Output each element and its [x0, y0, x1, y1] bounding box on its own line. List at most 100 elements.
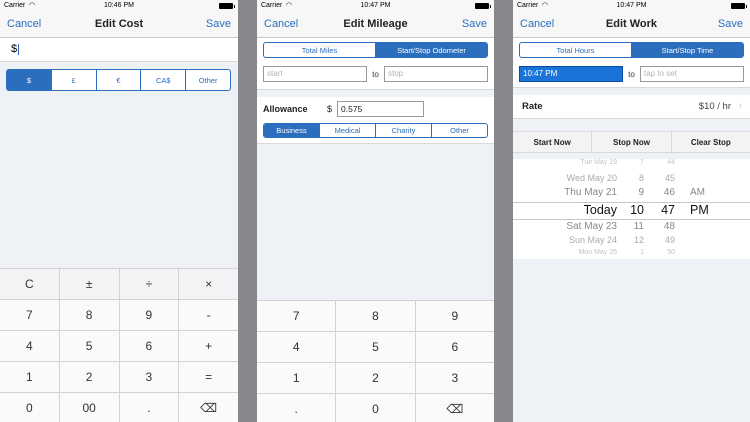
picker-minute: 48: [663, 221, 675, 232]
key-4[interactable]: 4: [0, 331, 59, 361]
multiply-key[interactable]: ×: [178, 269, 238, 299]
picker-row[interactable]: Sun May 24 12 49: [513, 235, 750, 249]
purpose-business[interactable]: Business: [264, 124, 319, 137]
edit-cost-screen: Carrier ◠ 10:46 PM Cancel Edit Cost Save…: [0, 0, 238, 422]
key-6[interactable]: 6: [118, 331, 179, 361]
currency-option[interactable]: £: [50, 70, 96, 90]
plus-minus-key[interactable]: ±: [58, 269, 119, 299]
key-7[interactable]: 7: [257, 301, 335, 331]
subtract-key[interactable]: -: [178, 300, 238, 330]
start-time-input[interactable]: 10:47 PM: [519, 66, 623, 82]
key-7[interactable]: 7: [0, 300, 59, 330]
picker-row[interactable]: Tue May 19 7 44: [513, 159, 750, 173]
backspace-key[interactable]: ⌫: [178, 393, 238, 422]
rate-row[interactable]: Rate $10 / hr ›: [513, 95, 750, 119]
save-button[interactable]: Save: [462, 18, 487, 30]
key-3[interactable]: 3: [118, 362, 179, 392]
tab-total-miles[interactable]: Total Miles: [264, 43, 375, 57]
battery-icon: [731, 3, 747, 9]
key-5[interactable]: 5: [58, 331, 119, 361]
keypad-row: 7 8 9: [257, 300, 494, 331]
key-3[interactable]: 3: [414, 363, 494, 393]
picker-row[interactable]: Sat May 23 11 48: [513, 221, 750, 235]
allowance-input[interactable]: 0.575: [337, 101, 424, 117]
work-mode-section: Total Hours Start/Stop Time 10:47 PM to …: [513, 38, 750, 88]
picker-minute: 47: [661, 203, 675, 217]
stop-now-button[interactable]: Stop Now: [591, 132, 670, 152]
chevron-right-icon: ›: [738, 100, 742, 111]
picker-row[interactable]: Thu May 21 9 46 AM: [513, 187, 750, 201]
currency-option[interactable]: CA$: [140, 70, 185, 90]
purpose-medical[interactable]: Medical: [319, 124, 375, 137]
status-bar: Carrier ◠ 10:47 PM: [513, 0, 750, 12]
divide-key[interactable]: ÷: [118, 269, 179, 299]
key-00[interactable]: 00: [58, 393, 119, 422]
tab-start-stop-time[interactable]: Start/Stop Time: [631, 43, 743, 57]
key-4[interactable]: 4: [257, 332, 335, 362]
picker-minute: 49: [664, 235, 675, 245]
picker-minute: 46: [663, 187, 675, 198]
calculator-keypad: C ± ÷ × 7 8 9 - 4 5 6 + 1 2 3 = 0 00 . ⌫: [0, 268, 238, 422]
purpose-charity[interactable]: Charity: [375, 124, 431, 137]
to-label: to: [628, 69, 635, 79]
allowance-label: Allowance: [263, 104, 308, 114]
rate-label: Rate: [522, 101, 543, 112]
picker-row[interactable]: Mon May 25 1 50: [513, 249, 750, 259]
clear-key[interactable]: C: [0, 269, 59, 299]
decimal-key[interactable]: .: [257, 394, 335, 422]
amount-field[interactable]: $: [0, 38, 238, 62]
tab-start-stop-odometer[interactable]: Start/Stop Odometer: [375, 43, 487, 57]
page-title: Edit Work: [605, 18, 658, 30]
picker-minute: 44: [667, 159, 675, 166]
key-8[interactable]: 8: [335, 301, 414, 331]
add-key[interactable]: +: [178, 331, 238, 361]
date-time-picker[interactable]: Tue May 19 7 44 Wed May 20 8 45 Thu May 21 9 46 A…: [513, 159, 750, 259]
key-9[interactable]: 9: [118, 300, 179, 330]
status-bar: Carrier ◠ 10:47 PM: [257, 0, 494, 12]
key-9[interactable]: 9: [414, 301, 494, 331]
status-bar: Carrier ◠ 10:46 PM: [0, 0, 238, 12]
key-1[interactable]: 1: [0, 362, 59, 392]
key-0[interactable]: 0: [0, 393, 59, 422]
key-2[interactable]: 2: [58, 362, 119, 392]
picker-date: Today: [583, 203, 617, 217]
key-8[interactable]: 8: [58, 300, 119, 330]
key-0[interactable]: 0: [335, 394, 414, 422]
currency-option[interactable]: Other: [185, 70, 230, 90]
odometer-range: start to stop: [263, 66, 488, 82]
edit-work-screen: Carrier ◠ 10:47 PM Cancel Edit Work Save…: [513, 0, 750, 422]
clear-stop-button[interactable]: Clear Stop: [670, 132, 750, 152]
text-caret: [18, 43, 20, 55]
decimal-key[interactable]: .: [118, 393, 179, 422]
equals-key[interactable]: =: [178, 362, 238, 392]
picker-date: Wed May 20: [566, 173, 617, 183]
key-1[interactable]: 1: [257, 363, 335, 393]
picker-hour: 9: [638, 187, 644, 198]
picker-hour: 1: [640, 249, 644, 256]
page-title: Edit Mileage: [343, 18, 408, 30]
stop-time-input[interactable]: tap to set: [640, 66, 744, 82]
backspace-key[interactable]: ⌫: [414, 394, 494, 422]
odometer-stop-input[interactable]: stop: [384, 66, 488, 82]
currency-option[interactable]: $: [7, 70, 51, 90]
key-6[interactable]: 6: [414, 332, 494, 362]
picker-row-selected[interactable]: Today 10 47 PM: [513, 203, 750, 217]
picker-minute: 50: [667, 249, 675, 256]
time-action-bar: Start Now Stop Now Clear Stop: [513, 131, 750, 153]
save-button[interactable]: Save: [718, 18, 743, 30]
key-2[interactable]: 2: [335, 363, 414, 393]
tab-total-hours[interactable]: Total Hours: [520, 43, 631, 57]
start-now-button[interactable]: Start Now: [513, 132, 591, 152]
screenshot-collage: Carrier ◠ 10:46 PM Cancel Edit Cost Save…: [0, 0, 750, 422]
nav-bar: Cancel Edit Cost Save: [0, 12, 238, 38]
save-button[interactable]: Save: [206, 18, 231, 30]
purpose-other[interactable]: Other: [431, 124, 487, 137]
status-time: 10:46 PM: [104, 2, 134, 9]
numeric-keypad: 7 8 9 4 5 6 1 2 3 . 0 ⌫: [257, 300, 494, 422]
currency-option[interactable]: €: [95, 70, 141, 90]
key-5[interactable]: 5: [335, 332, 414, 362]
currency-selector: $ £ € CA$ Other: [6, 69, 231, 91]
picker-row[interactable]: Wed May 20 8 45: [513, 173, 750, 187]
odometer-start-input[interactable]: start: [263, 66, 367, 82]
picker-minute: 45: [664, 173, 675, 183]
